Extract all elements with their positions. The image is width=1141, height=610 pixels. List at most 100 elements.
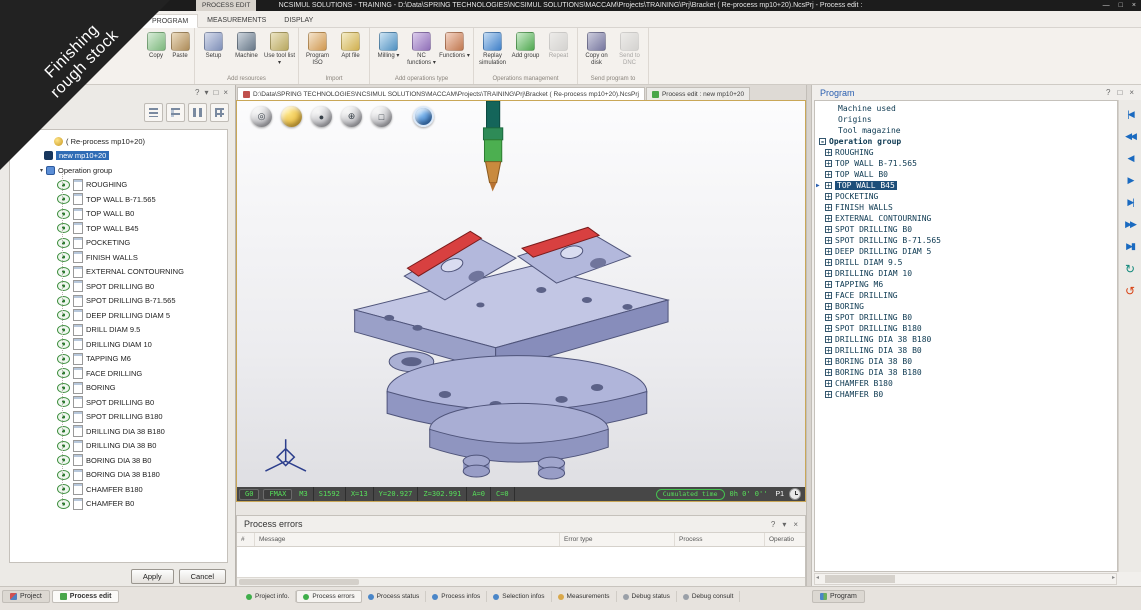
tree-program-node[interactable]: new mp10+20 xyxy=(10,149,227,164)
visibility-eye-icon[interactable] xyxy=(57,354,70,364)
operation-tree-item[interactable]: CHAMFER B180 xyxy=(10,482,227,497)
program-operation-row[interactable]: FINISH WALLS xyxy=(817,202,1117,213)
panel-toggle-button[interactable]: Selection infos xyxy=(487,591,551,602)
column-header[interactable]: Error type xyxy=(560,533,675,546)
visibility-eye-icon[interactable] xyxy=(57,310,70,320)
ribbon-button[interactable]: Milling ▾ xyxy=(373,30,404,60)
magnifier-icon[interactable]: ⊕ xyxy=(341,106,362,127)
visibility-eye-icon[interactable] xyxy=(57,339,70,349)
expand-plus-icon[interactable] xyxy=(825,281,832,288)
expand-plus-icon[interactable] xyxy=(825,391,832,398)
expand-plus-icon[interactable] xyxy=(825,171,832,178)
expand-plus-icon[interactable] xyxy=(825,226,832,233)
panel-toggle-button[interactable]: Process status xyxy=(362,591,427,602)
expand-plus-icon[interactable] xyxy=(825,292,832,299)
program-operation-row[interactable]: TOP WALL B0 xyxy=(817,169,1117,180)
ribbon-button[interactable]: Machine xyxy=(231,30,262,60)
ribbon-button[interactable]: Use tool list ▾ xyxy=(264,30,295,67)
expand-plus-icon[interactable] xyxy=(825,270,832,277)
ribbon-button[interactable]: Repeat xyxy=(543,30,574,60)
collapse-minus-icon[interactable] xyxy=(819,138,826,145)
panel-control-button[interactable]: × xyxy=(223,88,228,97)
operation-tree-item[interactable]: FINISH WALLS xyxy=(10,250,227,265)
operation-tree-item[interactable]: DRILLING DIAM 10 xyxy=(10,337,227,352)
ribbon-button[interactable]: NC functions ▾ xyxy=(406,30,437,67)
playback-button[interactable]: ▶ xyxy=(1121,174,1139,187)
expand-plus-icon[interactable] xyxy=(825,314,832,321)
panel-toggle-button[interactable]: Project info. xyxy=(240,591,296,602)
panel-toggle-button[interactable]: Process infos xyxy=(426,591,487,602)
program-horizontal-scrollbar[interactable] xyxy=(814,573,1117,585)
panel-control-button[interactable]: ▾ xyxy=(782,520,786,529)
playback-button[interactable]: ▶| xyxy=(1121,196,1139,209)
program-tree-node[interactable]: Machine used xyxy=(817,103,1117,114)
orbit-view-icon[interactable]: ◎ xyxy=(251,106,272,127)
program-tree-node[interactable]: Origins xyxy=(817,114,1117,125)
program-operation-row[interactable]: SPOT DRILLING B0 xyxy=(817,312,1117,323)
simulation-viewport[interactable]: ◎ ● ⊕ □ xyxy=(236,100,806,502)
expand-plus-icon[interactable] xyxy=(825,193,832,200)
window-control-button[interactable]: □ xyxy=(1119,2,1123,9)
expand-plus-icon[interactable] xyxy=(825,204,832,211)
expand-plus-icon[interactable] xyxy=(825,215,832,222)
ribbon-button[interactable]: Functions ▾ xyxy=(439,30,470,60)
expand-plus-icon[interactable] xyxy=(825,325,832,332)
panel-toggle-button[interactable]: Process errors xyxy=(296,590,361,603)
visibility-eye-icon[interactable] xyxy=(57,412,70,422)
visibility-eye-icon[interactable] xyxy=(57,209,70,219)
zoom-view-icon[interactable]: ● xyxy=(311,106,332,127)
operation-tree-item[interactable]: TAPPING M6 xyxy=(10,352,227,367)
program-operation-row[interactable]: DEEP DRILLING DIAM 5 xyxy=(817,246,1117,257)
workspace-tab[interactable]: Project xyxy=(2,590,50,603)
visibility-eye-icon[interactable] xyxy=(57,383,70,393)
program-operation-row[interactable]: TOP WALL B45 xyxy=(817,180,1117,191)
visibility-eye-icon[interactable] xyxy=(57,296,70,306)
operation-tree-item[interactable]: SPOT DRILLING B-71.565 xyxy=(10,294,227,309)
document-tab[interactable]: D:\Data\SPRING TECHNOLOGIES\NCSIMUL SOLU… xyxy=(237,87,645,100)
expander-icon[interactable]: ▾ xyxy=(40,167,43,174)
visibility-eye-icon[interactable] xyxy=(57,499,70,509)
ribbon-button[interactable]: Send to DNC xyxy=(614,30,645,67)
expand-plus-icon[interactable] xyxy=(825,303,832,310)
tree-root-node[interactable]: ( Re-process mp10+20) xyxy=(10,134,227,149)
operation-tree-item[interactable]: BORING DIA 38 B180 xyxy=(10,468,227,483)
playback-button[interactable]: ▶▮ xyxy=(1121,240,1139,253)
operation-tree-item[interactable]: SPOT DRILLING B0 xyxy=(10,395,227,410)
visibility-eye-icon[interactable] xyxy=(57,470,70,480)
ribbon-button[interactable]: Paste xyxy=(169,30,191,60)
expand-plus-icon[interactable] xyxy=(825,347,832,354)
window-control-button[interactable]: — xyxy=(1103,2,1110,9)
operation-tree-item[interactable]: SPOT DRILLING B180 xyxy=(10,410,227,425)
panel-toggle-button[interactable]: Debug status xyxy=(617,591,677,602)
playback-button[interactable]: |◀ xyxy=(1121,108,1139,121)
cancel-button[interactable]: Cancel xyxy=(179,569,226,584)
panel-control-button[interactable]: ? xyxy=(1106,88,1110,97)
operation-tree-item[interactable]: FACE DRILLING xyxy=(10,366,227,381)
operation-tree-item[interactable]: ROUGHING xyxy=(10,178,227,193)
document-tab[interactable]: Process edit : new mp10+20 xyxy=(646,87,750,100)
visibility-eye-icon[interactable] xyxy=(57,325,70,335)
ribbon-button[interactable]: Replay simulation xyxy=(477,30,508,67)
panel-toggle-button[interactable]: Measurements xyxy=(552,591,617,602)
visibility-eye-icon[interactable] xyxy=(57,252,70,262)
expand-plus-icon[interactable] xyxy=(825,369,832,376)
operation-tree-item[interactable]: EXTERNAL CONTOURNING xyxy=(10,265,227,280)
program-tree-node[interactable]: Tool magazine xyxy=(817,125,1117,136)
visibility-eye-icon[interactable] xyxy=(57,397,70,407)
view-columns-button[interactable] xyxy=(188,103,207,122)
ribbon-button[interactable]: Copy xyxy=(145,30,167,60)
expand-plus-icon[interactable] xyxy=(825,160,832,167)
program-bottom-tab[interactable]: Program xyxy=(812,590,865,603)
ribbon-tab[interactable]: MEASUREMENTS xyxy=(198,14,275,27)
view-details-button[interactable] xyxy=(166,103,185,122)
program-operation-row[interactable]: CHAMFER B0 xyxy=(817,389,1117,400)
operation-tree-item[interactable]: DRILLING DIA 38 B180 xyxy=(10,424,227,439)
operation-tree-item[interactable]: TOP WALL B0 xyxy=(10,207,227,222)
operation-tree-item[interactable]: SPOT DRILLING B0 xyxy=(10,279,227,294)
display-mode-icon[interactable]: □ xyxy=(371,106,392,127)
expand-plus-icon[interactable] xyxy=(825,259,832,266)
program-operation-row[interactable]: BORING DIA 38 B180 xyxy=(817,367,1117,378)
program-operation-row[interactable]: DRILLING DIA 38 B0 xyxy=(817,345,1117,356)
ribbon-button[interactable]: Program ISO xyxy=(302,30,333,67)
program-operation-row[interactable]: SPOT DRILLING B0 xyxy=(817,224,1117,235)
